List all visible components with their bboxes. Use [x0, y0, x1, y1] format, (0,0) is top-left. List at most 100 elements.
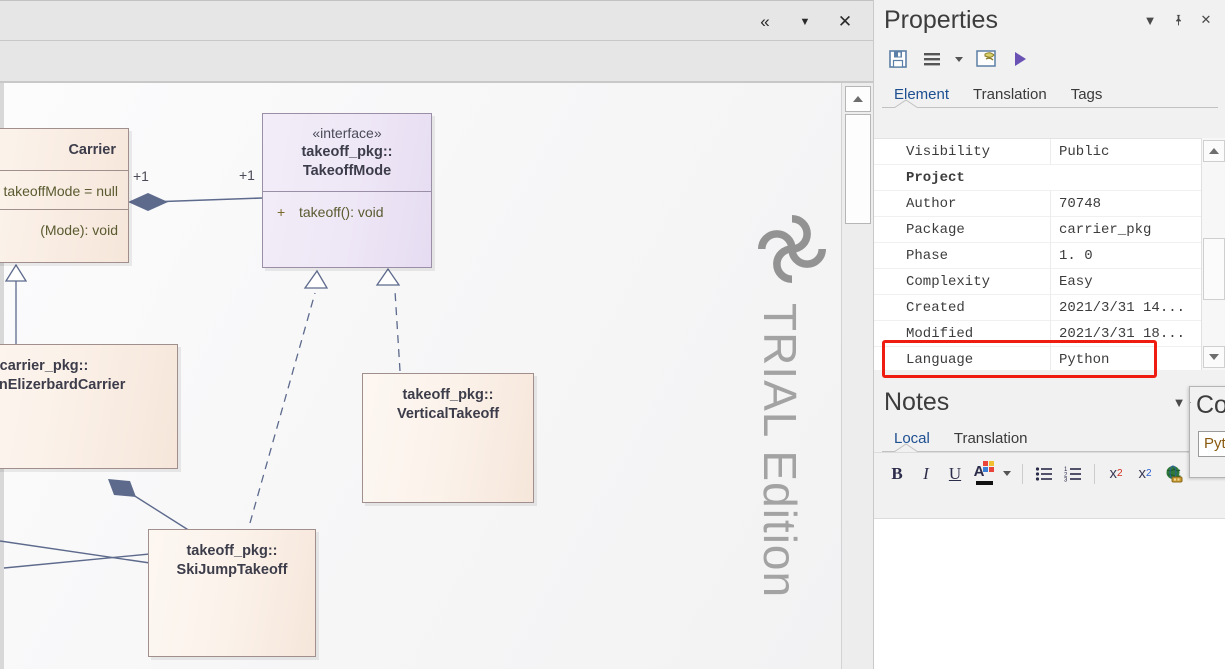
- pin-icon: [1175, 14, 1181, 25]
- property-value[interactable]: 2021/3/31 14...: [1050, 294, 1225, 321]
- property-value[interactable]: 2021/3/31 18...: [1050, 320, 1225, 347]
- hyperlink-globe-icon[interactable]: [1161, 460, 1187, 488]
- properties-row-package[interactable]: Package carrier_pkg: [874, 216, 1225, 243]
- properties-row-phase[interactable]: Phase 1. 0: [874, 242, 1225, 269]
- subscript-base: x: [1138, 465, 1146, 482]
- numbered-list-icon[interactable]: 1 2 3: [1060, 460, 1086, 488]
- tab-notes-translation[interactable]: Translation: [942, 428, 1040, 452]
- menu-dropdown-button[interactable]: ▼: [785, 5, 825, 39]
- property-key: Created: [906, 299, 965, 316]
- properties-row-complexity[interactable]: Complexity Easy: [874, 268, 1225, 295]
- property-value[interactable]: Public: [1050, 139, 1225, 165]
- notes-panel: Notes ▼ Local Translation B I U A 1 2 3 …: [874, 382, 1225, 669]
- properties-row-author[interactable]: Author 70748: [874, 190, 1225, 217]
- properties-toolbar: [874, 40, 1225, 78]
- tab-translation[interactable]: Translation: [961, 84, 1059, 108]
- properties-row-language[interactable]: Language Python: [874, 346, 1225, 370]
- save-icon[interactable]: [884, 46, 912, 72]
- pin-button[interactable]: [1165, 7, 1191, 33]
- uml-class-carrier[interactable]: Carrier takeoffMode = null (Mode): void: [0, 128, 129, 263]
- popup-title: Co: [1196, 391, 1225, 419]
- diagram-canvas[interactable]: Carrier takeoffMode = null (Mode): void …: [0, 83, 841, 669]
- properties-scrollbar-thumb[interactable]: [1203, 238, 1225, 300]
- italic-icon[interactable]: I: [913, 460, 939, 488]
- collapse-button[interactable]: «: [745, 5, 785, 39]
- properties-title-controls: ▼ ✕: [1137, 0, 1219, 40]
- toolbar-separator: [1094, 463, 1095, 484]
- bullet-list-icon[interactable]: [1031, 460, 1057, 488]
- superscript-icon[interactable]: x2: [1103, 460, 1129, 488]
- properties-group-project[interactable]: Project: [874, 165, 1225, 191]
- bold-label: B: [891, 463, 903, 483]
- uml-class-vertical-name-line1: takeoff_pkg::: [402, 387, 494, 403]
- uml-class-skijump-name-line2: SkiJumpTakeoff: [176, 562, 288, 578]
- underline-icon[interactable]: U: [942, 460, 968, 488]
- properties-panel: Properties ▼ ✕ Element Translation Tags …: [873, 0, 1225, 669]
- triangle-up-icon: [853, 96, 863, 102]
- tabs-underline: [882, 107, 1218, 108]
- uml-class-carrier-operation: (Mode): void: [40, 222, 118, 238]
- uml-class-vertical-takeoff[interactable]: takeoff_pkg:: VerticalTakeoff: [362, 373, 534, 503]
- run-icon[interactable]: [1006, 46, 1034, 72]
- list-menu-icon[interactable]: [918, 46, 946, 72]
- uml-operation-signature: takeoff(): void: [299, 204, 384, 220]
- superscript-base: x: [1109, 465, 1117, 482]
- triangle-up-icon: [1209, 148, 1219, 154]
- property-value[interactable]: carrier_pkg: [1050, 216, 1225, 243]
- properties-row-created[interactable]: Created 2021/3/31 14...: [874, 294, 1225, 321]
- property-value[interactable]: 1. 0: [1050, 242, 1225, 269]
- font-color-icon[interactable]: A: [971, 460, 997, 488]
- canvas-scroll-up-button[interactable]: [845, 86, 871, 112]
- properties-row-modified[interactable]: Modified 2021/3/31 18...: [874, 320, 1225, 347]
- font-color-swatch-bar: [975, 480, 993, 485]
- tabs-underline: [882, 451, 1218, 452]
- uml-interface-takeoffmode[interactable]: «interface» takeoff_pkg:: TakeoffMode + t…: [262, 113, 432, 268]
- multiplicity-target: +1: [239, 167, 255, 183]
- multiplicity-source: +1: [133, 168, 149, 184]
- subscript-icon[interactable]: x2: [1132, 460, 1158, 488]
- properties-grid-scrollbar[interactable]: [1201, 138, 1225, 370]
- code-settings-popup[interactable]: ┴ Co Pyth: [1189, 386, 1225, 478]
- popup-language-field[interactable]: Pyth: [1198, 431, 1225, 457]
- property-key: Visibility: [906, 143, 991, 160]
- property-value[interactable]: 70748: [1050, 190, 1225, 217]
- properties-grid[interactable]: Visibility Public Project Author 70748 P…: [874, 138, 1225, 370]
- notes-text-editor[interactable]: [874, 518, 1225, 669]
- editor-toolbar-row-bottom: ◁ ▷: [0, 41, 873, 110]
- subscript-index: 2: [1145, 468, 1152, 479]
- close-button[interactable]: ✕: [825, 5, 865, 39]
- bold-icon[interactable]: B: [884, 460, 910, 488]
- property-key: Phase: [906, 247, 949, 264]
- underline-label: U: [948, 463, 962, 483]
- uml-class-ski-jump-takeoff[interactable]: takeoff_pkg:: SkiJumpTakeoff: [148, 529, 316, 657]
- notes-tabs: Local Translation: [874, 422, 1225, 452]
- property-value[interactable]: Python: [1050, 346, 1225, 370]
- tab-tags[interactable]: Tags: [1059, 84, 1115, 108]
- font-color-dropdown-icon[interactable]: [1000, 460, 1014, 488]
- properties-row-visibility[interactable]: Visibility Public: [874, 139, 1225, 165]
- uml-interface-name-line1: takeoff_pkg::: [301, 144, 393, 160]
- canvas-vertical-scrollbar[interactable]: [841, 83, 873, 669]
- color-swatches-icon: [983, 460, 995, 472]
- uml-class-queen-name-line1: carrier_pkg::: [0, 358, 89, 374]
- properties-scroll-up-button[interactable]: [1203, 140, 1225, 162]
- property-key: Modified: [906, 325, 974, 342]
- canvas-scrollbar-thumb[interactable]: [845, 114, 871, 224]
- superscript-exponent: 2: [1116, 468, 1123, 479]
- properties-tabs: Element Translation Tags: [874, 78, 1225, 108]
- uml-operation-visibility: +: [277, 204, 286, 220]
- uml-class-queen-elizerbard-carrier[interactable]: carrier_pkg:: QueenElizerbardCarrier: [0, 344, 178, 469]
- properties-scroll-down-button[interactable]: [1203, 346, 1225, 368]
- close-panel-button[interactable]: ✕: [1193, 7, 1219, 33]
- triangle-down-icon: [1209, 354, 1219, 360]
- canvas-container: Carrier takeoffMode = null (Mode): void …: [0, 82, 873, 669]
- image-icon[interactable]: [972, 46, 1000, 72]
- panel-menu-button[interactable]: ▼: [1137, 7, 1163, 33]
- notes-title: Notes: [884, 387, 950, 416]
- list-menu-dropdown-icon[interactable]: [952, 46, 966, 72]
- notes-format-toolbar: B I U A 1 2 3 x 2 x 2: [874, 452, 1225, 494]
- active-tab-notch: [894, 443, 919, 452]
- svg-text:3: 3: [1064, 477, 1068, 482]
- active-tab-notch: [894, 99, 919, 108]
- property-value[interactable]: Easy: [1050, 268, 1225, 295]
